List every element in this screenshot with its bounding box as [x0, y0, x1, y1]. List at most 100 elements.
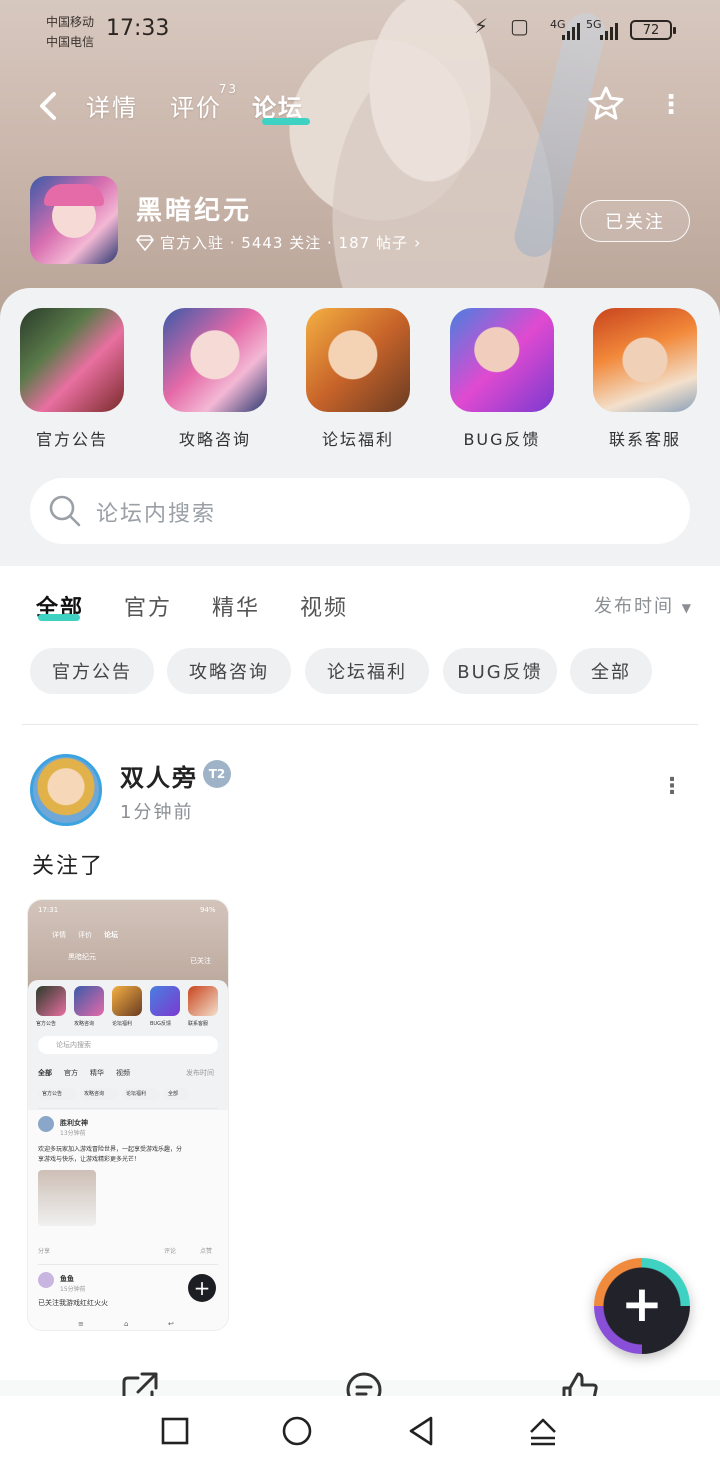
thumb-search: 论坛内搜索	[38, 1036, 218, 1054]
tab-details[interactable]: 详情	[86, 88, 138, 123]
chip-official-announcement[interactable]: 官方公告	[30, 648, 154, 694]
back-icon[interactable]	[32, 86, 66, 126]
sort-label: 发布时间	[594, 596, 674, 617]
tab-reviews[interactable]: 评价 73	[170, 82, 236, 123]
thumb-chip-label: 官方公告	[42, 1091, 63, 1097]
back-nav-icon[interactable]	[404, 1414, 438, 1448]
category-strategy[interactable]: 攻略咨询	[160, 308, 270, 450]
battery-level: 72	[642, 22, 660, 38]
thumb-avatar	[38, 1116, 54, 1132]
category-welfare[interactable]: 论坛福利	[303, 308, 413, 450]
game-icon[interactable]	[30, 176, 118, 264]
active-tab-indicator	[262, 118, 310, 125]
caret-down-icon: ▼	[681, 601, 693, 615]
thumb-tab: 评价	[78, 931, 92, 939]
thumb-header: 17:31 94% 详情 评价 论坛 黑暗纪元 已关注	[28, 900, 228, 992]
review-count: 73	[218, 82, 238, 96]
thumb-category-icon	[74, 986, 104, 1016]
thumb-follow: 已关注	[190, 957, 211, 965]
divider	[22, 724, 698, 725]
category-official-announcement[interactable]: 官方公告	[17, 308, 127, 450]
thumb-post-author: 鱼鱼	[60, 1275, 74, 1283]
thumb-nav-back-icon: ↩	[168, 1320, 174, 1328]
recent-apps-icon[interactable]	[158, 1414, 192, 1448]
thumb-post-text: 欢迎多玩家加入游戏冒险世界，一起享受游戏乐趣，分	[38, 1146, 183, 1153]
thumb-chip: 攻略咨询	[80, 1088, 118, 1100]
thumb-post-text: 享游戏与快乐，让游戏精彩更多光芒！	[38, 1156, 141, 1163]
category-label: 联系客服	[608, 430, 681, 449]
thumb-nav-home-icon: ⌂	[124, 1320, 129, 1328]
post-image[interactable]: 17:31 94% 详情 评价 论坛 黑暗纪元 已关注 官方公告 攻略咨询 论坛…	[28, 900, 228, 1330]
favorite-star-icon[interactable]	[586, 84, 626, 124]
thumb-filter: 全部	[38, 1069, 52, 1077]
filter-tab-video[interactable]: 视频	[300, 590, 348, 622]
share-icon[interactable]	[120, 1370, 160, 1396]
carrier-1: 中国移动	[46, 15, 95, 29]
home-icon[interactable]	[280, 1414, 314, 1448]
thumb-cat-label: 官方公告	[36, 1021, 57, 1027]
create-post-button[interactable]: +	[594, 1258, 690, 1354]
thumb-sort: 发布时间	[186, 1069, 214, 1077]
thumb-battery: 94%	[200, 906, 216, 914]
more-options-icon[interactable]: ⋮	[658, 90, 684, 120]
chip-bug-report[interactable]: BUG反馈	[443, 648, 557, 694]
thumb-tab: 论坛	[104, 931, 118, 939]
status-time: 17:33	[106, 16, 170, 41]
thumb-cat-label: 联系客服	[188, 1021, 209, 1027]
chevron-right-icon: ›	[413, 233, 422, 252]
thumb-tab: 详情	[52, 931, 66, 939]
category-icon	[20, 308, 124, 412]
post-more-icon[interactable]: ⋮	[660, 772, 684, 802]
post-time: 1分钟前	[120, 802, 194, 823]
game-meta[interactable]: 官方入驻 · 5443 关注 · 187 帖子 ›	[136, 232, 421, 253]
forum-content: 全部 官方 精华 视频 发布时间 ▼ 官方公告 攻略咨询 论坛福利 BUG反馈 …	[0, 566, 720, 1380]
chip-all[interactable]: 全部	[570, 648, 652, 694]
chip-strategy[interactable]: 攻略咨询	[167, 648, 291, 694]
thumb-chip: 论坛福利	[122, 1088, 160, 1100]
category-label: 论坛福利	[321, 430, 394, 449]
signal-bars-icon	[562, 20, 580, 40]
category-label: BUG反馈	[463, 430, 541, 449]
forum-search-input[interactable]: 论坛内搜索	[30, 478, 690, 544]
avatar[interactable]	[30, 754, 102, 826]
thumb-divider	[38, 1264, 218, 1265]
follow-button[interactable]: 已关注	[580, 200, 690, 242]
thumb-category-icon	[150, 986, 180, 1016]
post-author[interactable]: 双人旁	[120, 758, 198, 793]
hide-nav-icon[interactable]	[526, 1414, 560, 1448]
chip-welfare[interactable]: 论坛福利	[305, 648, 429, 694]
thumb-add-icon: +	[188, 1274, 216, 1302]
comment-icon[interactable]	[344, 1370, 384, 1396]
thumb-avatar	[38, 1272, 54, 1288]
thumb-filter: 精华	[90, 1069, 104, 1077]
thumb-search-placeholder: 论坛内搜索	[56, 1041, 91, 1049]
thumb-filter: 官方	[64, 1069, 78, 1077]
thumb-post-text: 已关注我游戏红红火火	[38, 1299, 108, 1307]
level-badge: T2	[203, 760, 231, 788]
category-icon	[450, 308, 554, 412]
sort-dropdown[interactable]: 发布时间 ▼	[594, 592, 693, 618]
top-nav: 详情 评价 73 论坛 ⋮	[0, 78, 720, 134]
thumb-game-name: 黑暗纪元	[68, 953, 96, 961]
thumb-post-image	[38, 1170, 96, 1226]
filter-tab-featured[interactable]: 精华	[212, 590, 260, 622]
thumb-like: 点赞	[200, 1248, 213, 1255]
thumb-chip: 官方公告	[38, 1088, 76, 1100]
vibrate-icon: ▢	[510, 14, 529, 38]
category-icon	[593, 308, 697, 412]
thumb-cat-label: 攻略咨询	[74, 1021, 95, 1027]
thumb-time: 17:31	[38, 906, 59, 914]
game-meta-text: 官方入驻 · 5443 关注 · 187 帖子	[160, 234, 408, 252]
status-bar: 中国移动 中国电信 17:33 ⚡ ▢ 4G 5G 72	[0, 0, 720, 62]
thumb-cat-label: BUG反馈	[150, 1021, 171, 1027]
thumb-chip-label: 论坛福利	[126, 1091, 147, 1097]
like-icon[interactable]	[560, 1370, 600, 1396]
category-customer-service[interactable]: 联系客服	[590, 308, 700, 450]
category-bug-report[interactable]: BUG反馈	[447, 308, 557, 450]
carrier-2: 中国电信	[46, 35, 95, 49]
filter-tab-official[interactable]: 官方	[124, 590, 172, 622]
signal-bars-icon	[600, 20, 618, 40]
search-placeholder: 论坛内搜索	[96, 502, 217, 527]
game-name: 黑暗纪元	[136, 196, 253, 226]
thumb-share: 分享	[38, 1248, 51, 1255]
